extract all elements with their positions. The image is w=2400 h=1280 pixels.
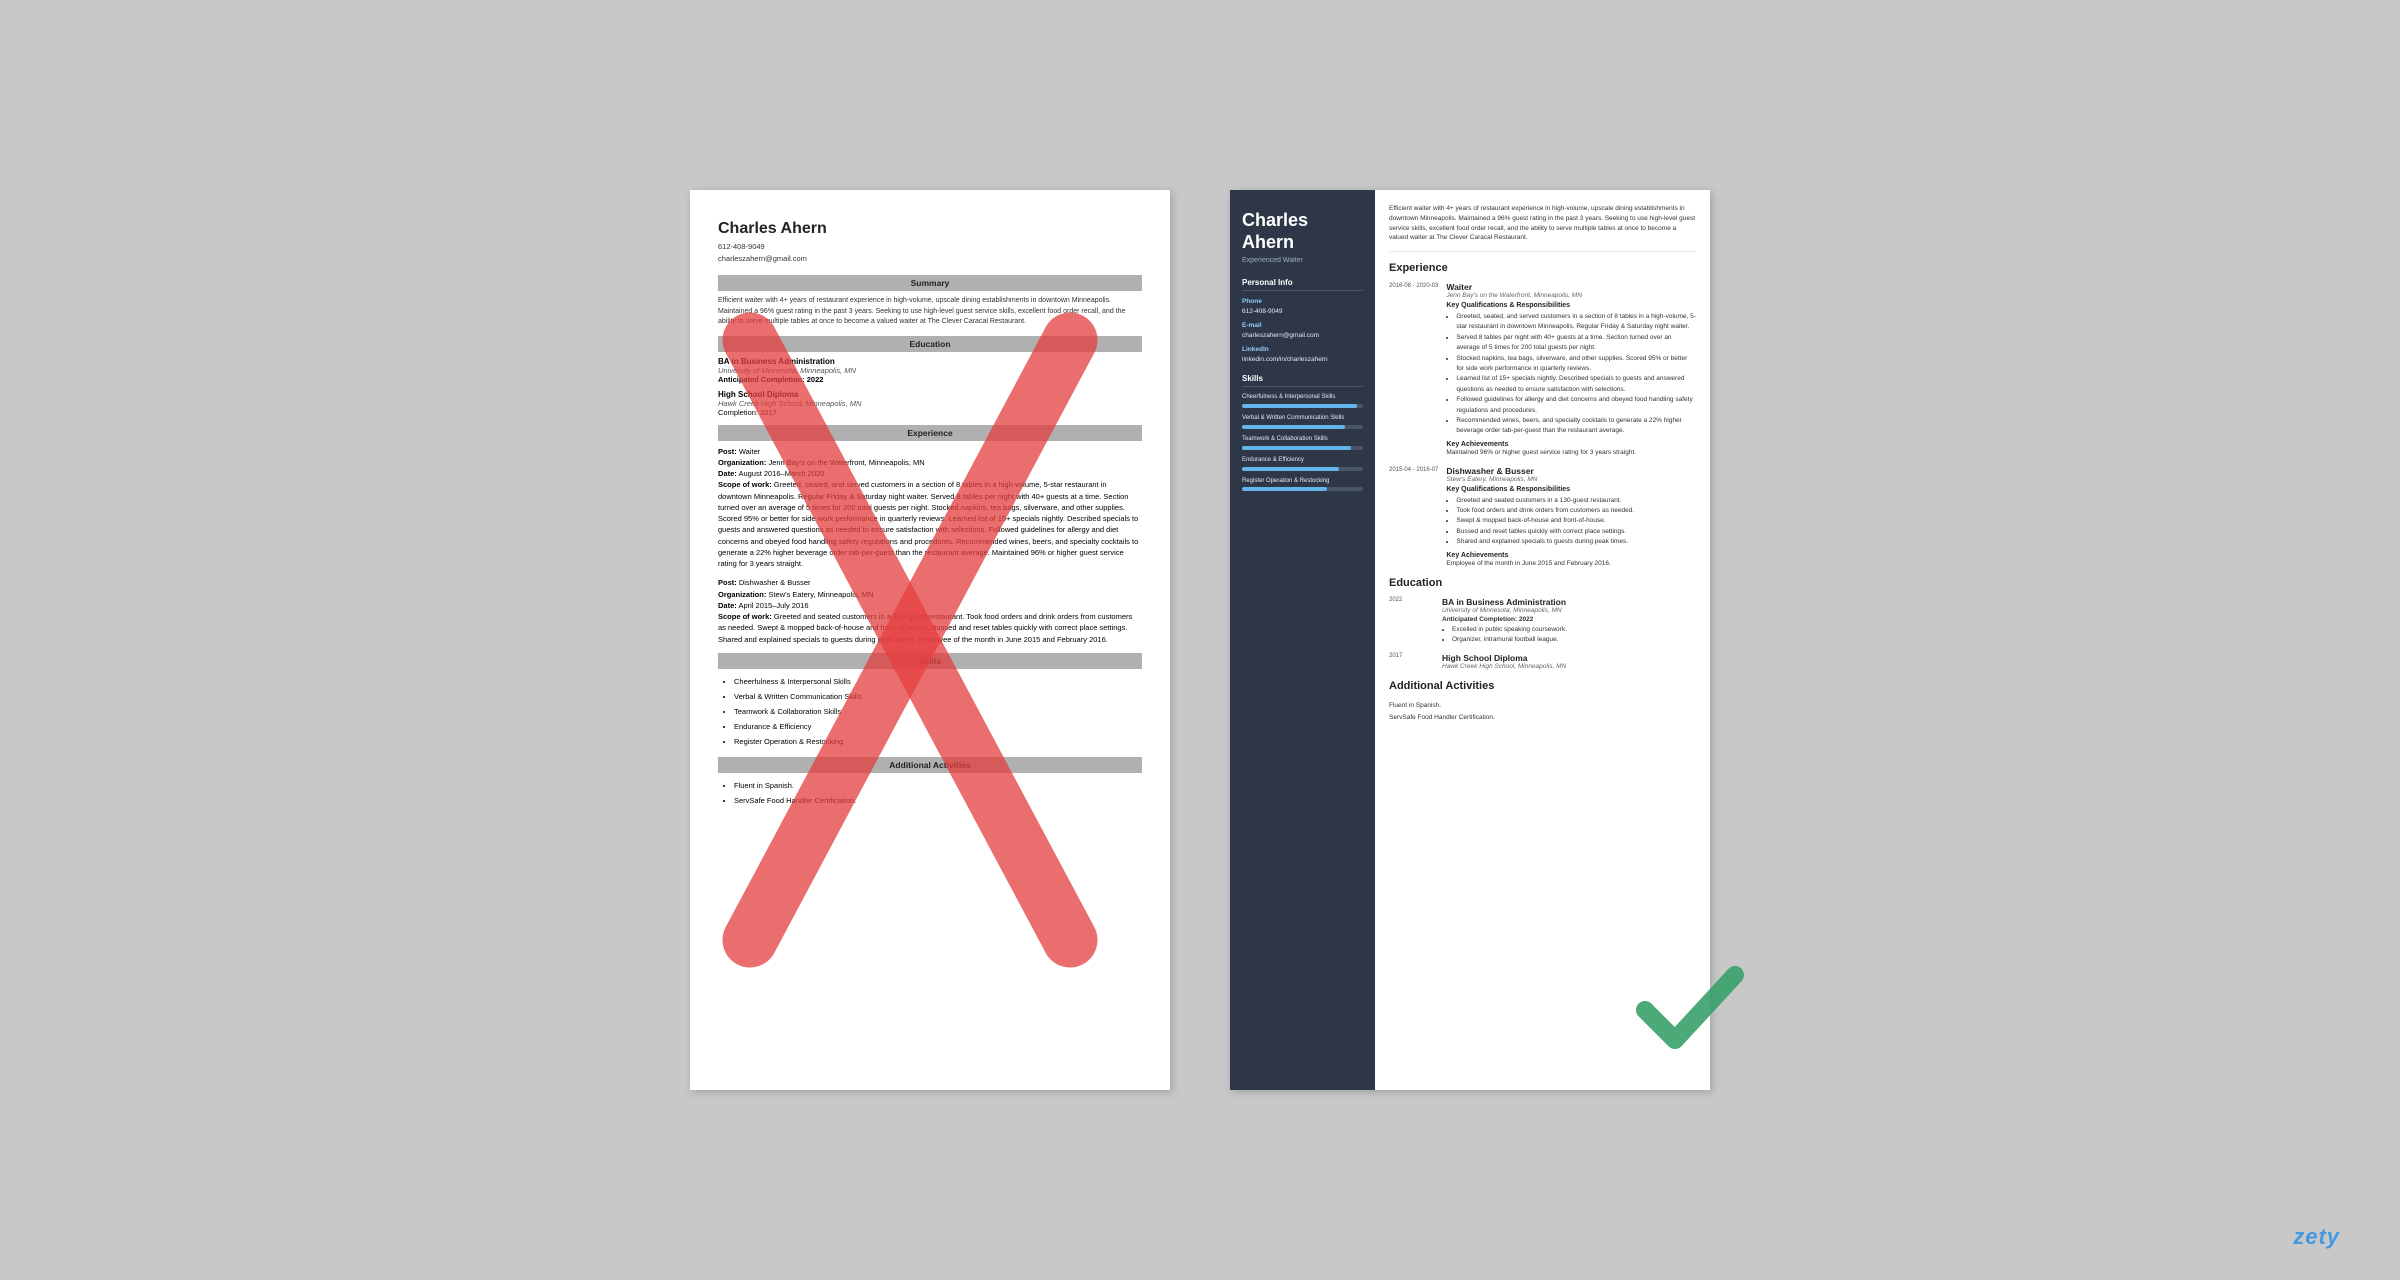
summary-header: Summary [718,275,1142,291]
email-label: E-mail [1242,322,1363,329]
skill-bar-3: Teamwork & Collaboration Skills [1242,436,1363,450]
activities-header: Additional Activities [718,757,1142,773]
zety-watermark: zety [2293,1224,2340,1250]
skill-bar-2: Verbal & Written Communication Skills [1242,415,1363,429]
right-additional-title: Additional Activities [1389,680,1696,692]
skill-bar-4: Endurance & Efficiency [1242,457,1363,471]
skills-title: Skills [1242,374,1363,387]
left-contact: 612-408-9049 charleszahern@gmail.com [718,241,1142,265]
experience-header: Experience [718,425,1142,441]
exp-item-2: Post: Dishwasher & Busser Organization: … [718,577,1142,645]
linkedin-value: linkedin.com/in/charleszahern [1242,355,1363,364]
right-main: Efficient waiter with 4+ years of restau… [1375,190,1710,1090]
skill-bar-1: Cheerfulness & Interpersonal Skills [1242,394,1363,408]
skill-5: Register Operation & Restocking [734,734,1142,749]
skills-list: Cheerfulness & Interpersonal Skills Verb… [718,674,1142,749]
right-resume: CharlesAhern Experienced Waiter Personal… [1230,190,1710,1090]
left-resume: Charles Ahern 612-408-9049 charleszahern… [690,190,1170,1090]
phone-label: Phone [1242,298,1363,305]
right-exp-2: 2015-04 - 2016-07 Dishwasher & Busser St… [1389,466,1696,567]
skill-1: Cheerfulness & Interpersonal Skills [734,674,1142,689]
right-edu-2: 2017 High School Diploma Hawk Creek High… [1389,653,1696,672]
education-header: Education [718,336,1142,352]
right-tagline: Experienced Waiter [1242,257,1363,264]
skill-2: Verbal & Written Communication Skills [734,689,1142,704]
skill-bar-5: Register Operation & Restocking [1242,478,1363,492]
right-summary: Efficient waiter with 4+ years of restau… [1389,204,1696,252]
right-additional: Fluent in Spanish. ServSafe Food Handler… [1389,700,1696,723]
activity-2: ServSafe Food Handler Certification. [734,793,1142,808]
linkedin-label: LinkedIn [1242,346,1363,353]
exp-item-1: Post: Waiter Organization: Jenn Bay's on… [718,446,1142,570]
left-name: Charles Ahern [718,220,1142,238]
summary-text: Efficient waiter with 4+ years of restau… [718,296,1142,328]
phone-value: 612-408-9049 [1242,307,1363,316]
activity-1: Fluent in Spanish. [734,778,1142,793]
personal-info-title: Personal Info [1242,278,1363,291]
activities-list: Fluent in Spanish. ServSafe Food Handler… [718,778,1142,808]
skills-header: Skills [718,653,1142,669]
right-name: CharlesAhern [1242,210,1363,253]
edu-item-1: BA in Business Administration University… [718,357,1142,384]
email-value: charleszahern@gmail.com [1242,331,1363,340]
skill-3: Teamwork & Collaboration Skills [734,704,1142,719]
right-sidebar: CharlesAhern Experienced Waiter Personal… [1230,190,1375,1090]
edu-item-2: High School Diploma Hawk Creek High Scho… [718,390,1142,417]
right-edu-title: Education [1389,577,1696,589]
right-exp-title: Experience [1389,262,1696,274]
right-edu-1: 2022 BA in Business Administration Unive… [1389,597,1696,646]
right-exp-1: 2016-08 - 2020-03 Waiter Jenn Bay's on t… [1389,282,1696,456]
skill-4: Endurance & Efficiency [734,719,1142,734]
